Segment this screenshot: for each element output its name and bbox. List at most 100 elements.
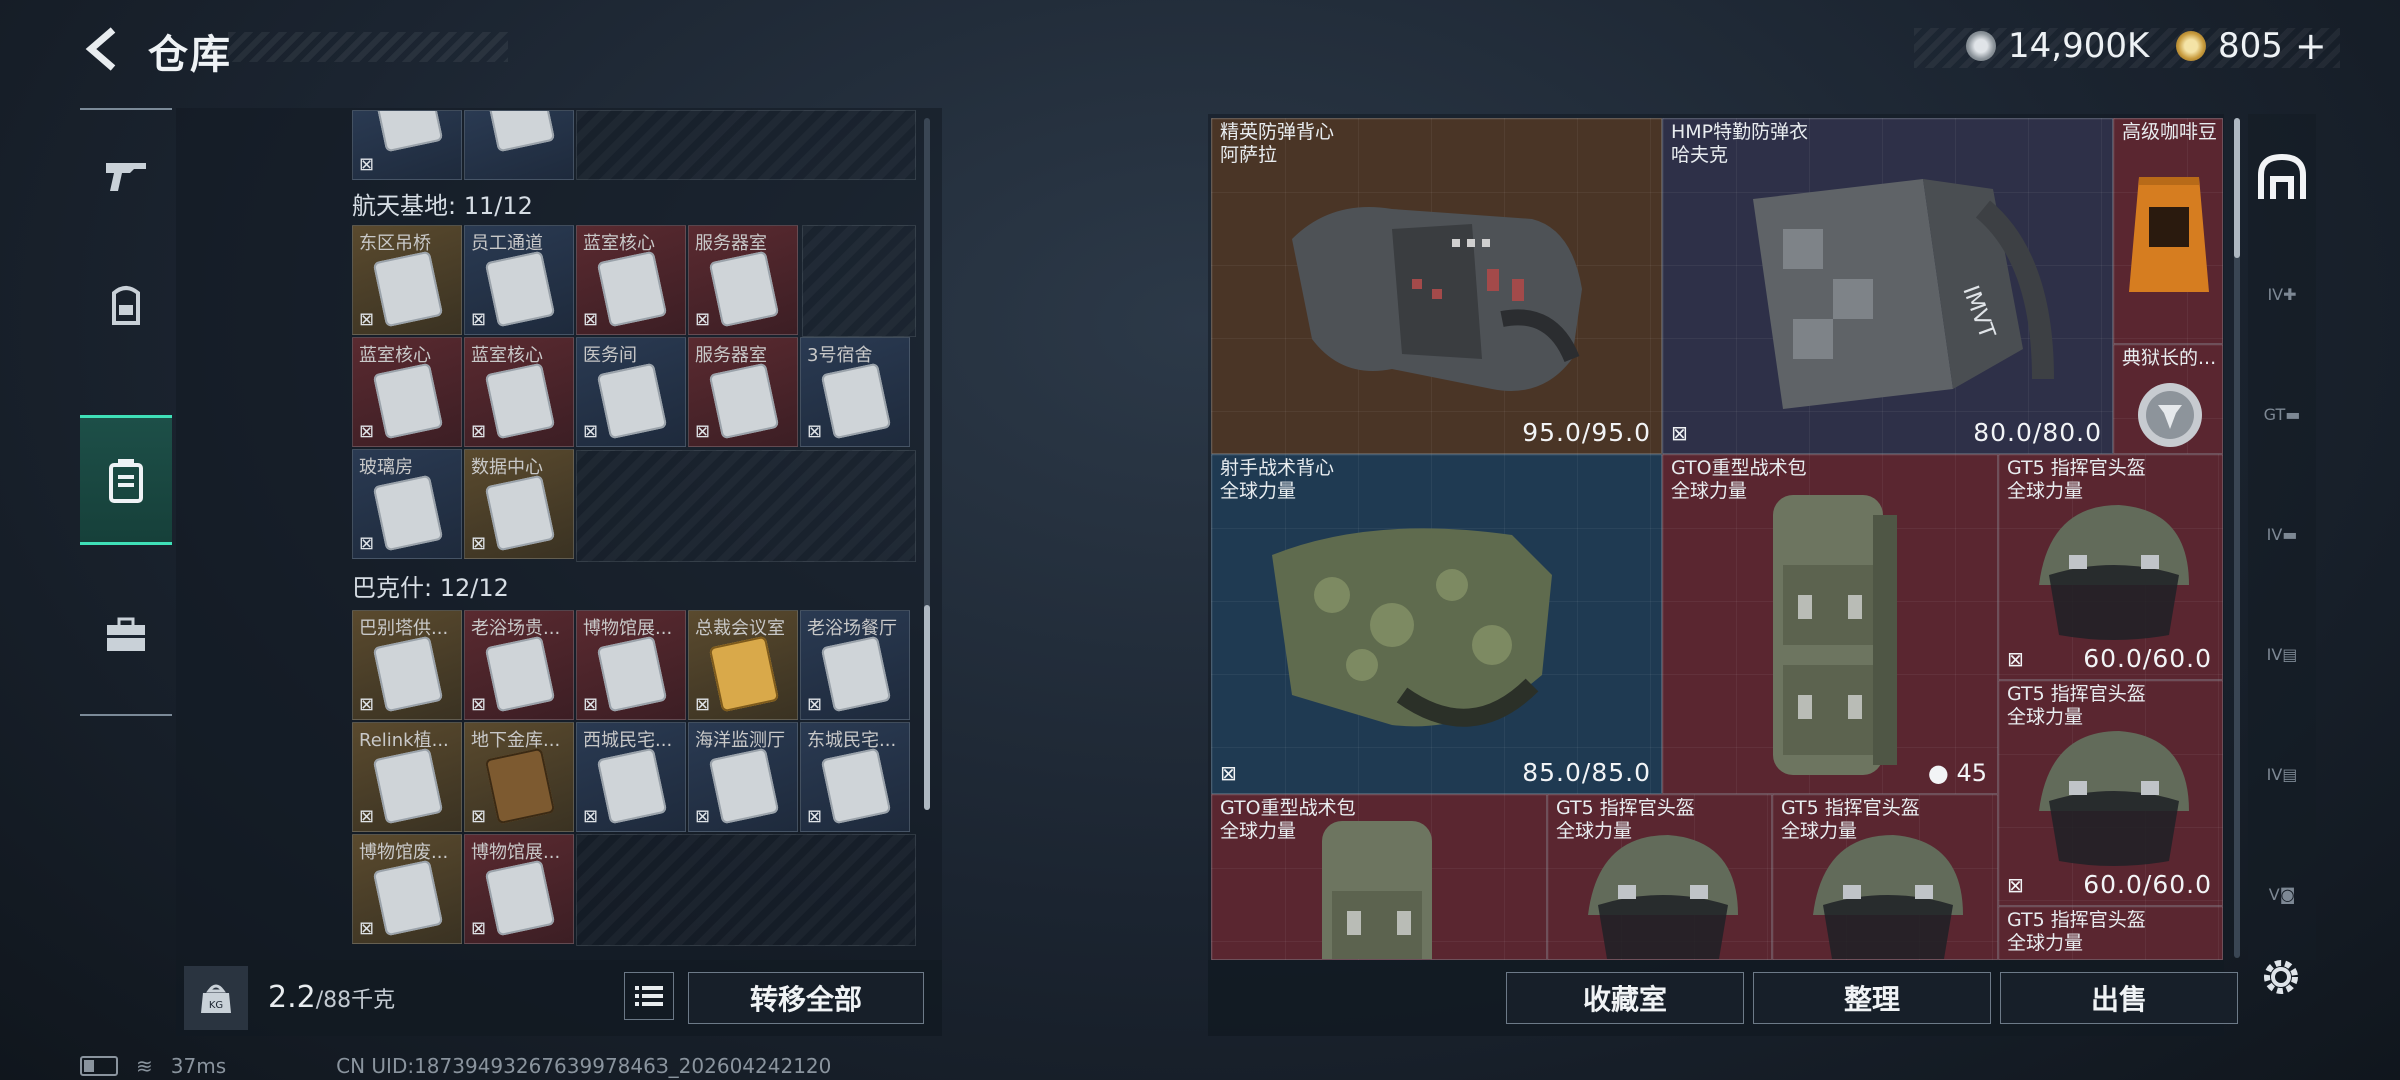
item-count: ● 45 <box>1927 759 1987 787</box>
list-item[interactable]: 东区吊桥 ⊠ <box>352 225 462 335</box>
not-found-icon: ⊠ <box>583 694 599 715</box>
tab-container-3[interactable]: IV ▬ <box>2248 484 2316 584</box>
list-item[interactable]: 服务器室 ⊠ <box>688 337 798 447</box>
not-found-icon: ⊠ <box>471 309 487 330</box>
empty-slot <box>576 834 916 946</box>
list-item[interactable]: 服务器室 ⊠ <box>688 225 798 335</box>
list-item[interactable] <box>464 110 574 180</box>
nav-gear[interactable] <box>80 240 172 370</box>
nav-toolbox[interactable] <box>80 570 172 700</box>
tab-container-4[interactable]: IV ▤ <box>2248 604 2316 704</box>
durability: 80.0/80.0 <box>1973 418 2102 447</box>
list-view-button[interactable] <box>624 972 674 1020</box>
list-item[interactable]: 博物馆展... ⊠ <box>576 610 686 720</box>
settings-button[interactable] <box>2256 952 2306 1002</box>
item-gt5-helmet[interactable]: GT5 指挥官头盔 全球力量 <box>1547 794 1772 960</box>
sort-button[interactable]: 整理 <box>1753 972 1991 1024</box>
gun-icon <box>106 163 146 191</box>
transfer-all-button[interactable]: 转移全部 <box>688 972 924 1024</box>
access-card-image <box>596 747 668 825</box>
list-item[interactable]: 蓝室核心 ⊠ <box>352 337 462 447</box>
item-gt5-helmet[interactable]: GT5 指挥官头盔 全球力量 ⊠ 60.0/60.0 <box>1998 680 2223 906</box>
left-scrollbar-thumb[interactable] <box>924 605 930 810</box>
tab-container-1[interactable]: IV ✚ <box>2248 244 2316 344</box>
list-item[interactable]: 博物馆废... ⊠ <box>352 834 462 944</box>
currency-secondary[interactable]: 805 + <box>2176 24 2327 68</box>
back-button[interactable] <box>78 26 128 72</box>
item-gto-heavy-backpack[interactable]: GTO重型战术包 全球力量 <box>1211 794 1547 960</box>
item-gto-heavy-backpack[interactable]: GTO重型战术包 全球力量 ● 45 <box>1662 454 1998 794</box>
item-gt5-helmet[interactable]: GT5 指挥官头盔 全球力量 ⊠ 60.0/60.0 <box>1998 454 2223 680</box>
access-card-image <box>820 362 892 440</box>
access-card-image <box>372 859 444 937</box>
right-scrollbar-thumb[interactable] <box>2234 118 2240 258</box>
list-item[interactable]: 东城民宅... ⊠ <box>800 722 910 832</box>
not-found-icon: ⊠ <box>471 421 487 442</box>
list-item[interactable]: 玻璃房 ⊠ <box>352 449 462 559</box>
map-group-label: 航天基地: 11/12 <box>352 192 533 220</box>
list-item[interactable]: Relink植... ⊠ <box>352 722 462 832</box>
not-found-icon: ⊠ <box>359 309 375 330</box>
item-gt5-helmet[interactable]: GT5 指挥官头盔 全球力量 <box>1998 906 2223 960</box>
add-currency-button[interactable]: + <box>2295 24 2327 68</box>
category-nav <box>80 108 172 716</box>
access-card-label: 蓝室核心 <box>471 345 543 366</box>
access-card-label: 博物馆展... <box>471 842 561 863</box>
item-premium-coffee-beans[interactable]: 高级咖啡豆 <box>2113 118 2223 344</box>
not-found-icon: ⊠ <box>359 154 375 175</box>
access-card-label: 地下金库... <box>471 730 561 751</box>
map-group-label-clipped <box>352 948 652 960</box>
list-item[interactable]: 博物馆展... ⊠ <box>464 834 574 944</box>
list-item[interactable]: 海洋监测厅 ⊠ <box>688 722 798 832</box>
map-group-label: 巴克什: 12/12 <box>352 574 509 602</box>
not-found-icon: ⊠ <box>583 806 599 827</box>
sell-button[interactable]: 出售 <box>2000 972 2238 1024</box>
item-gt5-helmet[interactable]: GT5 指挥官头盔 全球力量 <box>1772 794 1998 960</box>
access-card-image <box>372 747 444 825</box>
nav-weapons[interactable] <box>80 110 172 240</box>
list-item[interactable]: 数据中心 ⊠ <box>464 449 574 559</box>
access-card-label: 海洋监测厅 <box>695 730 785 751</box>
not-found-icon: ⊠ <box>807 694 823 715</box>
list-item[interactable]: 蓝室核心 ⊠ <box>464 337 574 447</box>
list-item[interactable]: 3号宿舍 ⊠ <box>800 337 910 447</box>
list-item[interactable]: 蓝室核心 ⊠ <box>576 225 686 335</box>
silver-coin-icon <box>1966 31 1996 61</box>
list-item[interactable]: 老浴场餐厅 ⊠ <box>800 610 910 720</box>
item-marksman-vest[interactable]: 射手战术背心 全球力量 ⊠ 85.0/85.0 <box>1211 454 1662 794</box>
folder-icon: IV <box>2266 644 2283 664</box>
item-hmp-armor[interactable]: HMP特勤防弹衣 哈夫克 IMVT ⊠ 80.0/80.0 <box>1662 118 2113 454</box>
list-item[interactable]: 巴别塔供... ⊠ <box>352 610 462 720</box>
count-icon: ● <box>1927 759 1949 787</box>
empty-slot <box>802 225 916 337</box>
briefcase-icon <box>107 617 145 651</box>
list-item[interactable]: 地下金库... ⊠ <box>464 722 574 832</box>
access-card-image <box>708 635 780 713</box>
access-card-label: 玻璃房 <box>359 457 413 478</box>
tab-container-2[interactable]: GT ▬ <box>2248 364 2316 464</box>
currency-primary[interactable]: 14,900K <box>1966 24 2149 68</box>
list-item[interactable]: 员工通道 ⊠ <box>464 225 574 335</box>
weight-readout: 2.2/88千克 <box>268 980 396 1015</box>
item-elite-armor-vest[interactable]: 精英防弹背心 阿萨拉 95.0/95.0 <box>1211 118 1662 454</box>
collection-room-button[interactable]: 收藏室 <box>1506 972 1744 1024</box>
access-card-image <box>372 635 444 713</box>
list-item[interactable]: 医务间 ⊠ <box>576 337 686 447</box>
list-item[interactable]: 老浴场贵... ⊠ <box>464 610 574 720</box>
not-found-icon: ⊠ <box>695 309 711 330</box>
list-item[interactable]: 西城民宅... ⊠ <box>576 722 686 832</box>
access-card-label: 东城民宅... <box>807 730 897 751</box>
tab-container-6[interactable]: V ◙ <box>2248 844 2316 944</box>
access-card-label: 数据中心 <box>471 457 543 478</box>
list-item[interactable]: 总裁会议室 ⊠ <box>688 610 798 720</box>
title-decoration <box>228 32 508 62</box>
tab-safe-box[interactable] <box>2248 128 2316 228</box>
tab-container-5[interactable]: IV ▤ <box>2248 724 2316 824</box>
item-warden-medal[interactable]: 典狱长的... <box>2113 344 2223 454</box>
durability: 85.0/85.0 <box>1522 758 1651 787</box>
status-bar: ≋ 37ms CN UID:1873949326763997846З_20260… <box>80 1054 831 1078</box>
nav-storage[interactable] <box>80 415 172 545</box>
backpack-image <box>1322 821 1432 959</box>
armor-vest-image: IMVT <box>1753 179 2054 409</box>
list-item[interactable]: ⊠ <box>352 110 462 180</box>
